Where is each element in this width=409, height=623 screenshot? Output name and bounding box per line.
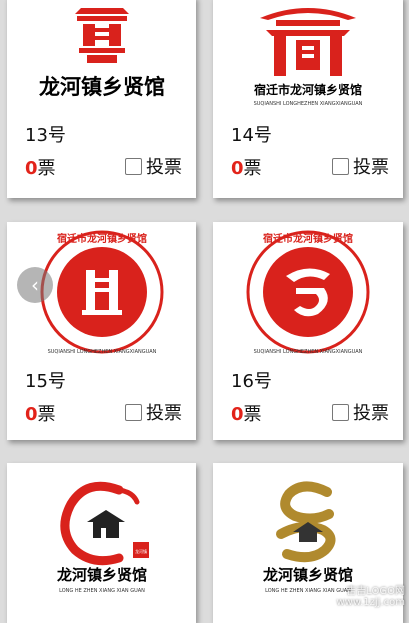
logo-caption-18: 龙河镇乡贤馆 [262, 566, 353, 584]
watermark-line-2: www.1zjj.com [336, 597, 405, 608]
candidate-card-17: 龙河镇 龙河镇乡贤馆 LONG HE ZHEN XIANG XIAN GUAN [7, 463, 196, 623]
candidate-number: 13号 [25, 125, 66, 146]
vote-label[interactable]: 投票 [353, 153, 389, 179]
logo-caption-17: 龙河镇乡贤馆 [55, 566, 146, 584]
logo-subcaption-15: SUQIANSHI LONGHEZHEN XIANGXIANGUAN [47, 349, 156, 355]
vote-count-value: 0 [231, 404, 244, 425]
logo-subcaption-16: SUQIANSHI LONGHEZHEN XIANGXIANGUAN [254, 349, 363, 355]
vote-count-value: 0 [25, 404, 38, 425]
stamp-text-17: 龙河镇 [135, 548, 147, 554]
round-seal-icon: 宿迁市龙河镇乡贤馆 SUQIANSHI LONGHEZHEN XIANGXIAN… [40, 230, 163, 355]
logo-caption-16: 宿迁市龙河镇乡贤馆 [263, 232, 353, 245]
vote-checkbox[interactable] [332, 403, 349, 421]
pavilion-emblem-icon: 宿迁市龙河镇乡贤馆 SUQIANSHI LONGHEZHEN XIANGXIAN… [254, 8, 363, 107]
vote-label[interactable]: 投票 [353, 399, 389, 425]
vote-count-unit: 票 [37, 404, 56, 425]
candidate-card-13: 龙河镇乡贤馆 13号 0票 投票 [7, 0, 196, 198]
chevron-left-icon: ‹ [31, 273, 39, 297]
candidate-number: 14号 [231, 125, 272, 146]
vote-count-value: 0 [25, 158, 38, 179]
candidate-card-16: 宿迁市龙河镇乡贤馆 SUQIANSHI LONGHEZHEN XIANGXIAN… [213, 222, 403, 440]
vote-count: 0票 [25, 154, 56, 180]
watermark-line-1: 吉吉LOGO网 [346, 586, 405, 597]
vote-count: 0票 [231, 154, 262, 180]
vote-control[interactable]: 投票 [332, 153, 389, 179]
vote-count-value: 0 [231, 158, 244, 179]
candidate-card-14: 宿迁市龙河镇乡贤馆 SUQIANSHI LONGHEZHEN XIANGXIAN… [213, 0, 403, 198]
logo-caption-14: 宿迁市龙河镇乡贤馆 [254, 82, 362, 97]
vote-checkbox[interactable] [125, 157, 142, 175]
vote-label[interactable]: 投票 [146, 153, 182, 179]
logo-subcaption-17: LONG HE ZHEN XIANG XIAN GUAN [59, 588, 145, 594]
vote-count: 0票 [25, 400, 56, 426]
logo-16: 宿迁市龙河镇乡贤馆 SUQIANSHI LONGHEZHEN XIANGXIAN… [213, 222, 403, 362]
vote-count: 0票 [231, 400, 262, 426]
dragon-circle-icon: 龙河镇 龙河镇乡贤馆 LONG HE ZHEN XIANG XIAN GUAN [55, 481, 149, 594]
vote-count-unit: 票 [243, 158, 262, 179]
vote-count-unit: 票 [37, 158, 56, 179]
vote-count-unit: 票 [243, 404, 262, 425]
candidate-number: 16号 [231, 371, 272, 392]
vote-control[interactable]: 投票 [125, 399, 182, 425]
carousel-prev-button[interactable]: ‹ [17, 267, 53, 303]
gold-swirl-icon: 龙河镇乡贤馆 LONG HE ZHEN XIANG XIAN GUAN [262, 481, 353, 594]
vote-control[interactable]: 投票 [125, 153, 182, 179]
logo-caption-15: 宿迁市龙河镇乡贤馆 [57, 232, 147, 245]
hall-emblem-icon: 龙河镇乡贤馆 [39, 7, 165, 99]
logo-17: 龙河镇 龙河镇乡贤馆 LONG HE ZHEN XIANG XIAN GUAN [7, 463, 196, 603]
vote-label[interactable]: 投票 [146, 399, 182, 425]
logo-subcaption-14: SUQIANSHI LONGHEZHEN XIANGXIANGUAN [254, 101, 363, 107]
candidate-number: 15号 [25, 371, 66, 392]
round-seal-icon: 宿迁市龙河镇乡贤馆 SUQIANSHI LONGHEZHEN XIANGXIAN… [246, 230, 370, 355]
logo-13: 龙河镇乡贤馆 [7, 0, 196, 108]
vote-control[interactable]: 投票 [332, 399, 389, 425]
logo-18: 龙河镇乡贤馆 LONG HE ZHEN XIANG XIAN GUAN [213, 463, 403, 603]
logo-14: 宿迁市龙河镇乡贤馆 SUQIANSHI LONGHEZHEN XIANGXIAN… [213, 0, 403, 108]
candidate-card-15: 宿迁市龙河镇乡贤馆 SUQIANSHI LONGHEZHEN XIANGXIAN… [7, 222, 196, 440]
watermark: 吉吉LOGO网 www.1zjj.com [336, 586, 405, 608]
logo-caption-13: 龙河镇乡贤馆 [39, 74, 165, 99]
vote-checkbox[interactable] [125, 403, 142, 421]
vote-checkbox[interactable] [332, 157, 349, 175]
